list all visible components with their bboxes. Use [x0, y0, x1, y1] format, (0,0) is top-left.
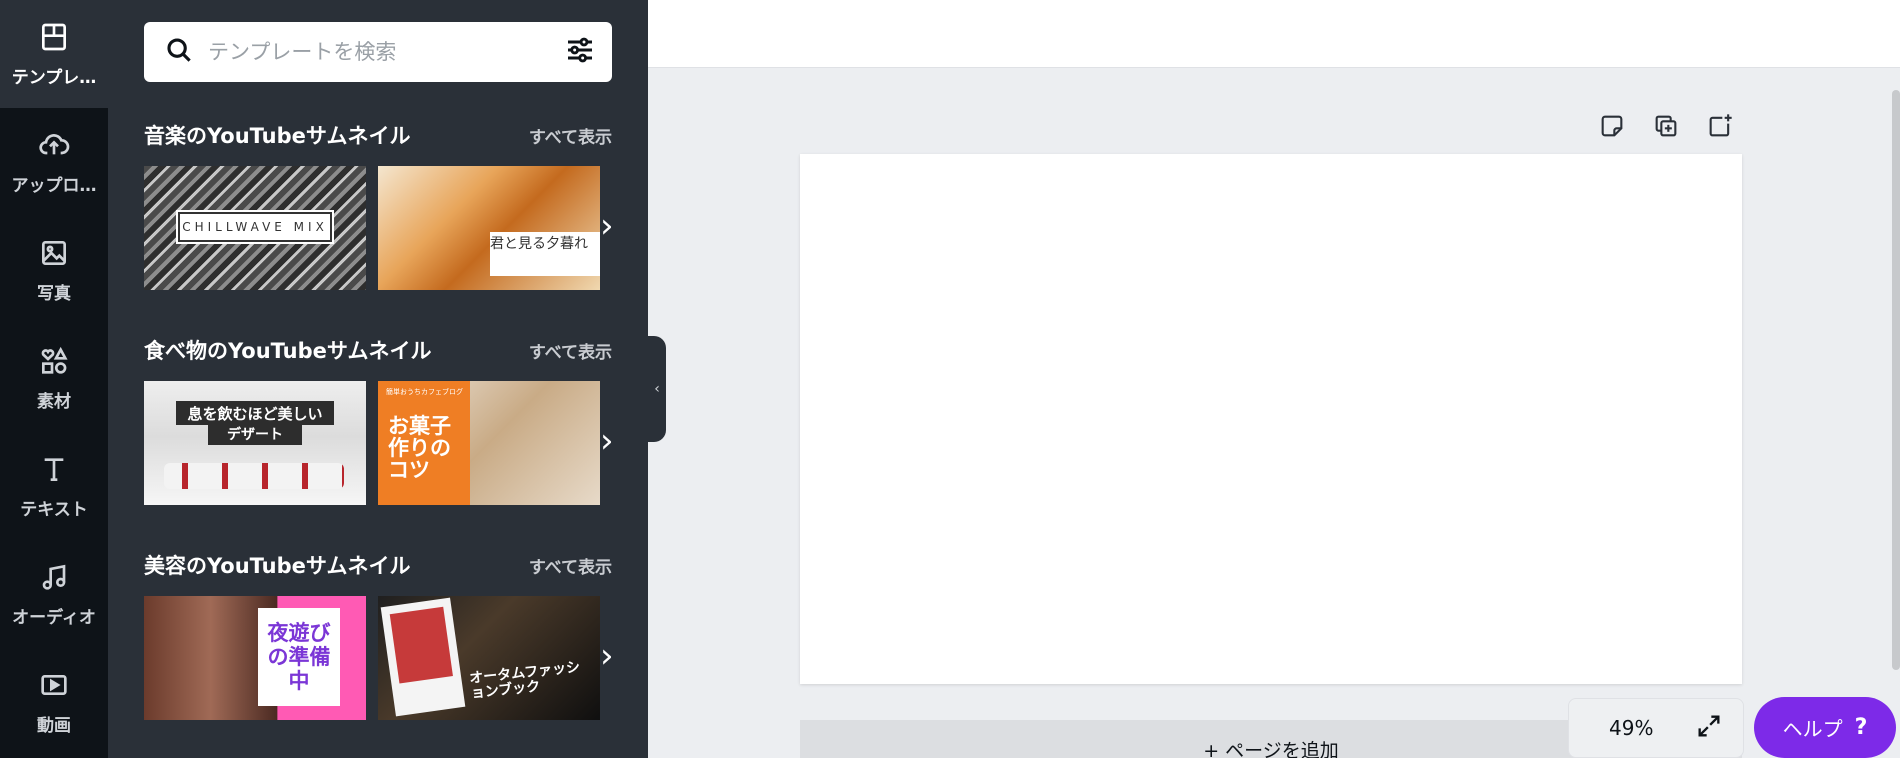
template-icon: [38, 21, 70, 57]
rail-item-uploads[interactable]: アップロ…: [0, 108, 108, 216]
video-icon: [38, 669, 70, 705]
see-all-link[interactable]: すべて表示: [529, 553, 612, 578]
filter-icon[interactable]: [564, 34, 596, 70]
dessert-image: [164, 463, 344, 489]
duplicate-page-icon[interactable]: [1652, 112, 1680, 140]
audio-icon: [38, 561, 70, 597]
rail-label: 動画: [37, 715, 71, 736]
search-bar: [144, 22, 612, 82]
text-icon: [38, 453, 70, 489]
polaroid-image: [380, 597, 466, 717]
see-all-link[interactable]: すべて表示: [529, 123, 612, 148]
template-thumbnail[interactable]: 息を飲むほど美しい デザート: [144, 381, 366, 505]
thumbnail-text: オータムファッションブック: [468, 659, 581, 702]
section-title: 音楽のYouTubeサムネイル: [144, 124, 411, 148]
elements-icon: [38, 345, 70, 381]
section-title: 食べ物のYouTubeサムネイル: [144, 339, 432, 363]
template-thumbnail[interactable]: オータムファッションブック: [378, 596, 600, 720]
search-icon: [164, 35, 194, 69]
fullscreen-icon[interactable]: [1695, 712, 1723, 744]
template-thumbnail[interactable]: 簡単おうちカフェブログ お菓子作りのコツ: [378, 381, 600, 505]
rail-item-text[interactable]: テキスト: [0, 432, 108, 540]
collapse-panel-button[interactable]: ‹: [648, 336, 666, 442]
note-icon[interactable]: [1598, 112, 1626, 140]
page-toolbar: [1598, 112, 1734, 140]
rail-label: アップロ…: [11, 175, 97, 196]
chevron-right-icon[interactable]: ›: [600, 206, 614, 246]
upload-icon: [38, 129, 70, 165]
thumbnail-text: デザート: [208, 423, 302, 445]
help-label: ヘルプ: [1782, 717, 1843, 741]
chevron-right-icon[interactable]: ›: [600, 421, 614, 461]
rail-label: オーディオ: [12, 607, 96, 628]
thumbnail-text: CHILLWAVE MIX: [176, 210, 334, 244]
rail-item-templates[interactable]: テンプレ…: [0, 0, 108, 108]
sidebar-rail: テンプレ… アップロ… 写真 素材 テキスト オーディオ 動画: [0, 0, 108, 758]
rail-label: 写真: [37, 283, 71, 304]
rail-label: テンプレ…: [11, 67, 97, 88]
design-canvas[interactable]: [800, 154, 1742, 684]
top-bar: [648, 0, 1900, 68]
section-food: 食べ物のYouTubeサムネイル すべて表示 息を飲むほど美しい デザート 簡単…: [144, 333, 614, 505]
scrollbar[interactable]: [1892, 90, 1900, 670]
section-music: 音楽のYouTubeサムネイル すべて表示 CHILLWAVE MIX 君と見る…: [144, 118, 614, 290]
template-thumbnail[interactable]: 夜遊びの準備中: [144, 596, 366, 720]
rail-item-audio[interactable]: オーディオ: [0, 540, 108, 648]
section-beauty: 美容のYouTubeサムネイル すべて表示 夜遊びの準備中 オータムファッション…: [144, 548, 614, 720]
rail-label: テキスト: [20, 499, 88, 520]
add-page-icon[interactable]: [1706, 112, 1734, 140]
photo-icon: [38, 237, 70, 273]
question-icon: ?: [1854, 715, 1868, 740]
thumbnail-text: 夜遊びの準備中: [258, 608, 340, 706]
section-title: 美容のYouTubeサムネイル: [144, 554, 411, 578]
template-thumbnail[interactable]: CHILLWAVE MIX: [144, 166, 366, 290]
template-panel: 音楽のYouTubeサムネイル すべて表示 CHILLWAVE MIX 君と見る…: [108, 0, 648, 758]
rail-label: 素材: [37, 391, 71, 412]
rail-item-video[interactable]: 動画: [0, 648, 108, 756]
chevron-right-icon[interactable]: ›: [600, 636, 614, 676]
rail-item-photos[interactable]: 写真: [0, 216, 108, 324]
zoom-level[interactable]: 49%: [1609, 716, 1653, 740]
help-button[interactable]: ヘルプ ?: [1754, 697, 1896, 758]
thumbnail-text: お菓子作りのコツ: [388, 414, 451, 482]
chevron-left-icon: ‹: [654, 381, 660, 397]
thumbnail-text: 息を飲むほど美しい: [176, 401, 334, 425]
thumbnail-text: 簡単おうちカフェブログ: [386, 388, 463, 396]
thumbnail-text: 君と見る夕暮れ: [490, 232, 600, 276]
template-thumbnail[interactable]: 君と見る夕暮れ: [378, 166, 600, 290]
rail-item-elements[interactable]: 素材: [0, 324, 108, 432]
search-input[interactable]: [208, 40, 564, 64]
see-all-link[interactable]: すべて表示: [529, 338, 612, 363]
zoom-control: 49%: [1568, 698, 1744, 758]
